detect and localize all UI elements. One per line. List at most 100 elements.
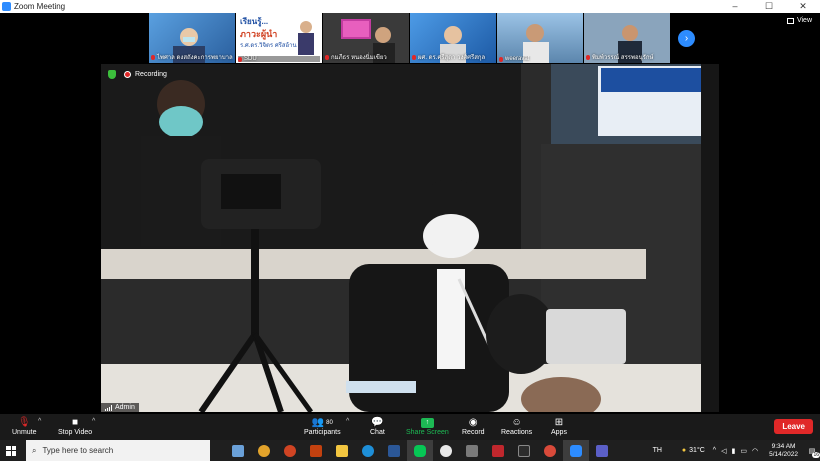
chat-button[interactable]: 💬 Chat [370,416,385,436]
chat-label: Chat [370,429,385,436]
battery-icon[interactable]: ▭ [740,447,747,455]
clock-time: 9:34 AM [771,442,796,450]
weather-icon: ● [681,447,687,454]
active-speaker-video: Recording Admin [101,64,719,412]
chevron-up-icon[interactable]: ^ [713,447,716,454]
video-camera-icon: ■ [72,417,79,428]
muted-mic-icon [412,54,416,60]
microphone-icon[interactable]: ▮ [731,447,735,455]
recording-label: Recording [135,71,167,78]
view-button[interactable]: View [786,17,812,24]
xbox-icon[interactable] [433,440,459,461]
windows-taskbar: ⌕ Type here to search TH ● 31°C ^ ◁ ▮ ▭ … [0,440,820,461]
participant-name: พิมพ์วรรณ์ สรรพอนุรักษ์ [586,52,668,62]
recording-indicator: Recording [108,70,167,79]
participant-thumb[interactable]: weeravat [497,13,583,63]
window-title: Zoom Meeting [14,2,66,11]
participant-thumb[interactable]: กมภีธร หนองนิ่มเขียว [323,13,409,63]
muted-mic-icon [151,54,155,60]
search-icon: ⌕ [32,445,37,455]
muted-mic-icon [586,54,590,60]
reactions-button[interactable]: ☺ Reactions [501,416,532,436]
task-view-icon[interactable] [225,440,251,461]
clock[interactable]: 9:34 AM 5/14/2022 [769,443,798,459]
app-icon[interactable] [485,440,511,461]
teams-icon[interactable] [589,440,615,461]
participant-thumb[interactable]: พิมพ์วรรณ์ สรรพอนุรักษ์ [584,13,670,63]
window-controls: – ☐ ✕ [718,0,820,13]
notifications-icon[interactable]: ▤ 16 [804,447,820,458]
speaker-name-tag: Admin [101,403,139,412]
app-icon[interactable] [511,440,537,461]
edge-icon[interactable] [355,440,381,461]
next-page-button[interactable]: › [678,30,695,47]
record-label: Record [462,429,485,436]
notification-count: 16 [812,451,820,458]
taskbar-search[interactable]: ⌕ Type here to search [26,440,210,461]
stop-video-label: Stop Video [58,429,93,436]
participants-button[interactable]: 👥 80 Participants [304,416,341,436]
muted-mic-icon [325,54,329,60]
participant-name: weeravat [499,56,581,62]
muted-mic-icon [499,56,503,62]
share-screen-icon: ↑ [420,416,434,429]
participant-thumb[interactable]: เรียนรู้... ภาวะผู้นำ ร.ศ.ดร.วิจิตร ศรีส… [236,13,322,63]
speaker-video-frame [101,64,719,412]
shield-icon [108,70,116,79]
search-placeholder: Type here to search [42,446,114,455]
participant-thumb[interactable]: ผศ. ดร.ศรีสุดา วงศ์ศรีสกุล [410,13,496,63]
apps-icon: ⊞ [554,417,564,428]
minimize-button[interactable]: – [718,0,752,13]
participants-options-chevron-icon[interactable]: ^ [346,418,349,425]
reactions-label: Reactions [501,429,533,436]
muted-mic-icon [238,56,242,62]
participant-name: ไพศาล ดงสถังคะการพยาบาล [151,52,233,62]
line-icon[interactable] [407,440,433,461]
start-button[interactable] [0,440,22,461]
video-options-chevron-icon[interactable]: ^ [92,418,95,425]
meeting-toolbar: 🎙 Unmute ^ ■ Stop Video ^ 👥 80 Participan… [0,414,820,440]
participants-count: 80 [326,419,333,426]
participants-label: Participants [304,429,341,436]
share-screen-button[interactable]: ↑ Share Screen [406,416,449,436]
unmute-button[interactable]: 🎙 Unmute [12,416,37,436]
powerpoint-icon[interactable] [303,440,329,461]
apps-label: Apps [551,429,567,436]
apps-button[interactable]: ⊞ Apps [551,416,567,436]
stop-video-button[interactable]: ■ Stop Video [58,416,92,436]
file-explorer-icon[interactable] [329,440,355,461]
participants-icon: 👥 80 [311,417,333,428]
unmute-label: Unmute [12,429,37,436]
system-tray: TH ● 31°C ^ ◁ ▮ ▭ ◠ 9:34 AM 5/14/2022 ▤ 1… [653,440,820,461]
meeting-area: ไพศาล ดงสถังคะการพยาบาล เรียนรู้... ภาวะ… [0,13,820,414]
windows-logo-icon [6,445,16,456]
maximize-button[interactable]: ☐ [752,0,786,13]
chrome-icon[interactable] [251,440,277,461]
share-screen-label: Share Screen [406,429,449,436]
smiley-icon: ☺ [511,417,522,428]
grid-icon [786,17,794,24]
participant-name: กมภีธร หนองนิ่มเขียว [325,52,407,62]
calculator-icon[interactable] [459,440,485,461]
close-button[interactable]: ✕ [786,0,820,13]
audio-options-chevron-icon[interactable]: ^ [38,418,41,425]
zoom-app-icon [2,2,11,11]
speaker-icon[interactable]: ◁ [721,447,726,455]
signal-bars-icon [105,404,112,411]
record-dot-icon [124,71,131,78]
language-indicator[interactable]: TH [653,447,662,454]
participant-name: SDU [238,56,320,62]
chrome-icon[interactable] [537,440,563,461]
participant-thumb[interactable]: ไพศาล ดงสถังคะการพยาบาล [149,13,235,63]
view-label: View [796,17,812,24]
speaker-name: Admin [115,404,135,411]
taskbar-apps [225,440,615,461]
leave-button[interactable]: Leave [774,419,813,434]
participant-strip: ไพศาล ดงสถังคะการพยาบาล เรียนรู้... ภาวะ… [149,13,670,63]
word-icon[interactable] [381,440,407,461]
temperature[interactable]: 31°C [689,447,705,454]
zoom-icon[interactable] [563,440,589,461]
network-icon[interactable]: ◠ [752,447,758,455]
record-button[interactable]: ◉ Record [462,416,485,436]
powerpoint-icon[interactable] [277,440,303,461]
